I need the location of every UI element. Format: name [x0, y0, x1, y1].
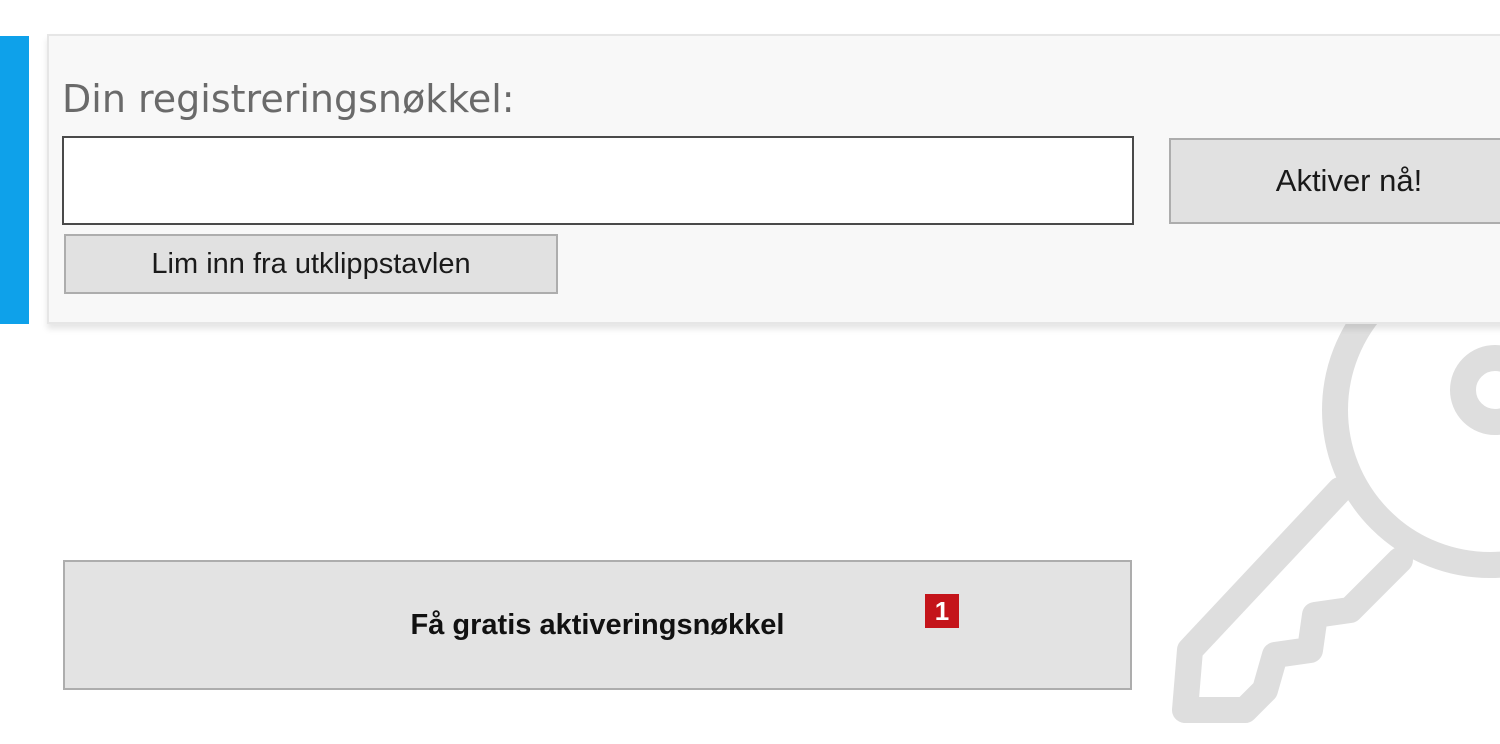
registration-key-input[interactable] — [62, 136, 1134, 225]
get-free-activation-key-button[interactable]: Få gratis aktiveringsnøkkel — [63, 560, 1132, 690]
accent-bar — [0, 36, 29, 324]
activate-now-button[interactable]: Aktiver nå! — [1169, 138, 1500, 224]
notification-badge: 1 — [925, 594, 959, 628]
paste-from-clipboard-button[interactable]: Lim inn fra utklippstavlen — [64, 234, 558, 294]
registration-title: Din registreringsnøkkel: — [62, 77, 515, 121]
activation-page: Din registreringsnøkkel: Aktiver nå! Lim… — [0, 0, 1500, 744]
key-icon — [1172, 300, 1500, 723]
registration-panel: Din registreringsnøkkel: Aktiver nå! Lim… — [47, 34, 1500, 324]
